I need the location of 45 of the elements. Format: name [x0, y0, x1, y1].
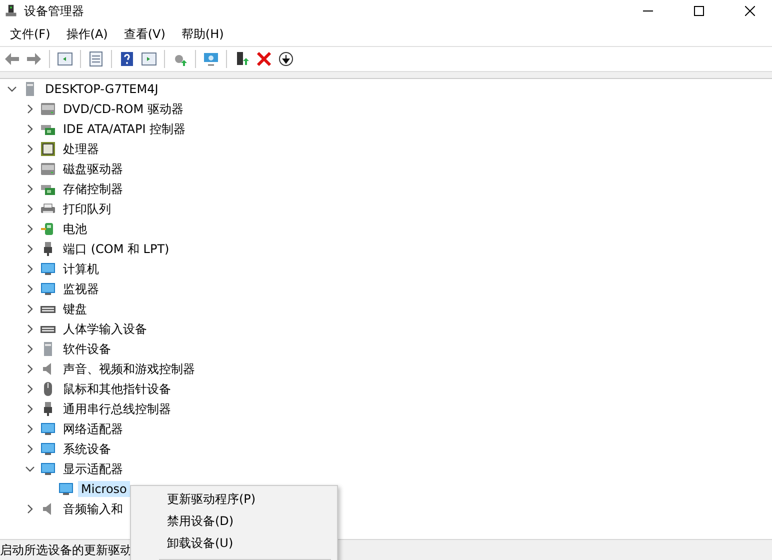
tree-item[interactable]: 磁盘驱动器 — [60, 160, 126, 178]
chip-icon — [40, 141, 56, 157]
tree-item[interactable]: Microso — [78, 481, 130, 497]
tree-item[interactable]: 软件设备 — [60, 340, 114, 358]
monitor-icon — [40, 441, 56, 457]
tree-item[interactable]: DESKTOP-G7TEM4J — [42, 81, 162, 97]
menu-item[interactable]: 查看(V) — [116, 26, 174, 42]
window-title: 设备管理器 — [24, 2, 85, 20]
monitor-icon — [40, 461, 56, 477]
menu-item[interactable]: 帮助(H) — [173, 26, 232, 42]
monitor-icon — [40, 261, 56, 277]
tree-item[interactable]: 存储控制器 — [60, 180, 126, 198]
tree-item[interactable]: 端口 (COM 和 LPT) — [60, 240, 172, 258]
context-menu-item[interactable]: 更新驱动程序(P) — [131, 488, 337, 510]
menu-item[interactable]: 操作(A) — [58, 26, 116, 42]
download-circle-icon[interactable] — [276, 49, 296, 69]
maximize-icon[interactable] — [694, 6, 704, 16]
context-menu-item[interactable]: 禁用设备(D) — [131, 510, 337, 532]
tree-item[interactable]: 键盘 — [60, 300, 90, 318]
drive-icon — [40, 161, 56, 177]
battery-icon — [40, 221, 56, 237]
drive-icon — [40, 101, 56, 117]
tree-item[interactable]: DVD/CD-ROM 驱动器 — [60, 100, 186, 118]
tree-item[interactable]: 计算机 — [60, 260, 102, 278]
tree-item[interactable]: 人体学输入设备 — [60, 320, 150, 338]
monitor-icon — [58, 481, 74, 497]
context-menu-item[interactable]: 卸载设备(U) — [131, 532, 337, 554]
tree-item[interactable]: 声音、视频和游戏控制器 — [60, 360, 198, 378]
tree-item[interactable]: 系统设备 — [60, 440, 114, 458]
tree-item[interactable]: 处理器 — [60, 140, 102, 158]
tree-item[interactable]: 监视器 — [60, 280, 102, 298]
tree-item[interactable]: 网络适配器 — [60, 420, 126, 438]
menu-item[interactable]: 文件(F) — [2, 26, 58, 42]
delete-icon[interactable] — [254, 49, 274, 69]
monitor-icon — [40, 281, 56, 297]
tree-item[interactable]: 打印队列 — [60, 200, 114, 218]
monitor-icon — [40, 421, 56, 437]
tree-item[interactable]: 显示适配器 — [60, 460, 126, 478]
tree-item[interactable]: 音频输入和 — [60, 500, 126, 518]
tree-item[interactable]: 通用串行总线控制器 — [60, 400, 174, 418]
tree-item[interactable]: 电池 — [60, 220, 90, 238]
app-icon — [4, 4, 18, 18]
tree-item[interactable]: IDE ATA/ATAPI 控制器 — [60, 120, 189, 138]
close-icon[interactable] — [744, 6, 754, 16]
tree-item[interactable]: 鼠标和其他指针设备 — [60, 380, 174, 398]
